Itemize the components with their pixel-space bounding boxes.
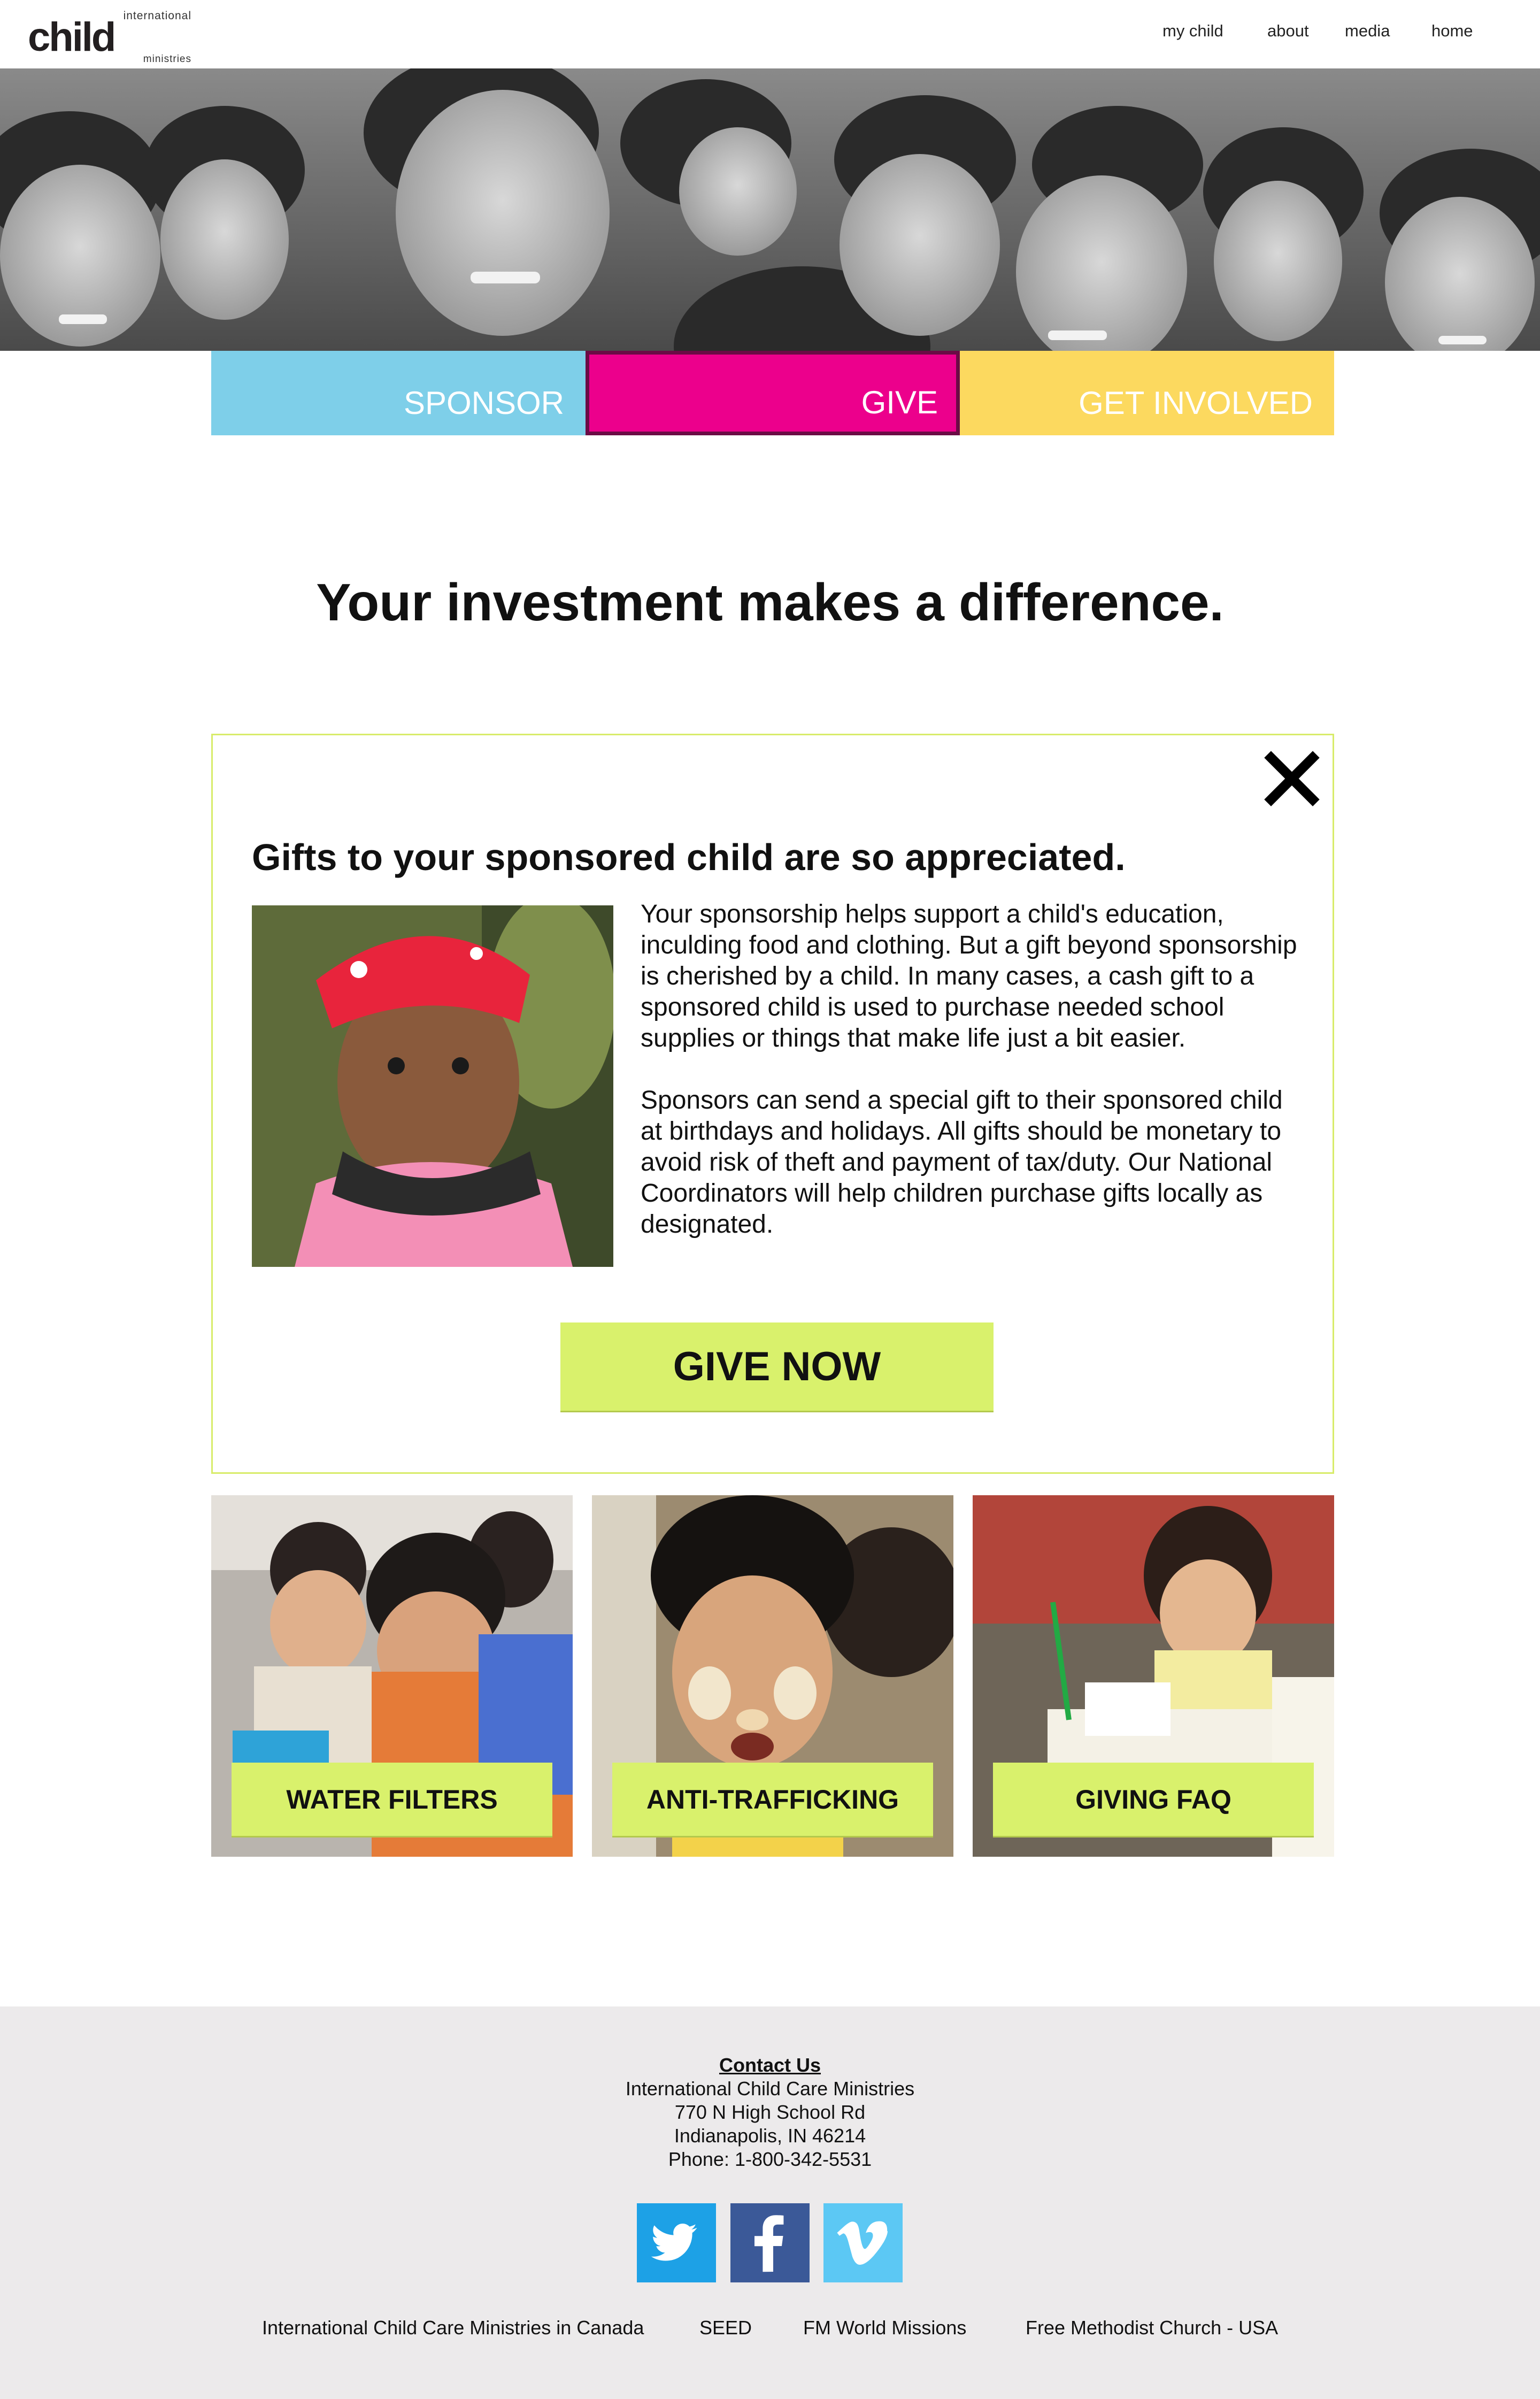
contact-line: 770 N High School Rd [674, 2101, 866, 2123]
tab-sponsor[interactable]: SPONSOR [211, 351, 586, 435]
logo-bottom-text: ministries [143, 53, 191, 65]
panel-body: Your sponsorship helps support a child's… [641, 899, 1304, 1271]
panel-paragraph: Sponsors can send a special gift to thei… [641, 1086, 1283, 1239]
nav-my-child[interactable]: my child [1162, 21, 1223, 41]
contact-line: Phone: 1-800-342-5531 [668, 2148, 872, 2170]
contact-block: Contact Us International Child Care Mini… [0, 2054, 1540, 2171]
facebook-icon[interactable] [730, 2203, 810, 2282]
tab-give[interactable]: GIVE [586, 351, 960, 435]
panel-paragraph: Your sponsorship helps support a child's… [641, 900, 1297, 1052]
footer-link-fm-world-missions[interactable]: FM World Missions [803, 2317, 966, 2339]
footer-link-seed[interactable]: SEED [699, 2317, 752, 2339]
tab-get-involved-label: GET INVOLVED [1079, 385, 1313, 421]
tab-sponsor-label: SPONSOR [403, 385, 564, 421]
give-now-button[interactable]: GIVE NOW [560, 1322, 994, 1412]
giving-faq-button[interactable]: GIVING FAQ [993, 1763, 1314, 1837]
close-x-icon[interactable] [1262, 749, 1321, 808]
card-anti-trafficking[interactable]: ANTI-TRAFFICKING [592, 1495, 953, 1857]
anti-trafficking-button[interactable]: ANTI-TRAFFICKING [612, 1763, 933, 1837]
footer-link-canada[interactable]: International Child Care Ministries in C… [262, 2317, 644, 2339]
site-header: international child care ministries my c… [0, 0, 1540, 98]
card-giving-faq[interactable]: GIVING FAQ [973, 1495, 1334, 1857]
nav-about[interactable]: about [1267, 21, 1309, 41]
footer-link-fmc-usa[interactable]: Free Methodist Church - USA [1026, 2317, 1278, 2339]
nav-home[interactable]: home [1431, 21, 1473, 41]
main-nav: my child about media home [0, 21, 1540, 43]
tab-get-involved[interactable]: GET INVOLVED [960, 351, 1334, 435]
hero-banner-photo [0, 68, 1540, 351]
card-water-filters[interactable]: WATER FILTERS [211, 1495, 573, 1857]
vimeo-icon[interactable] [823, 2203, 903, 2282]
contact-line: Indianapolis, IN 46214 [674, 2125, 866, 2147]
water-filters-button[interactable]: WATER FILTERS [232, 1763, 552, 1837]
hero-children-image [0, 68, 1540, 351]
nav-media[interactable]: media [1345, 21, 1390, 41]
twitter-icon[interactable] [637, 2203, 716, 2282]
contact-us-link[interactable]: Contact Us [0, 2054, 1540, 2077]
sponsored-child-photo [252, 905, 613, 1267]
tab-give-label: GIVE [861, 385, 938, 420]
site-footer: Contact Us International Child Care Mini… [0, 2006, 1540, 2399]
page-headline: Your investment makes a difference. [316, 573, 1224, 632]
gift-info-panel: Gifts to your sponsored child are so app… [211, 734, 1334, 1474]
contact-line: International Child Care Ministries [625, 2078, 915, 2100]
panel-title: Gifts to your sponsored child are so app… [252, 836, 1126, 878]
